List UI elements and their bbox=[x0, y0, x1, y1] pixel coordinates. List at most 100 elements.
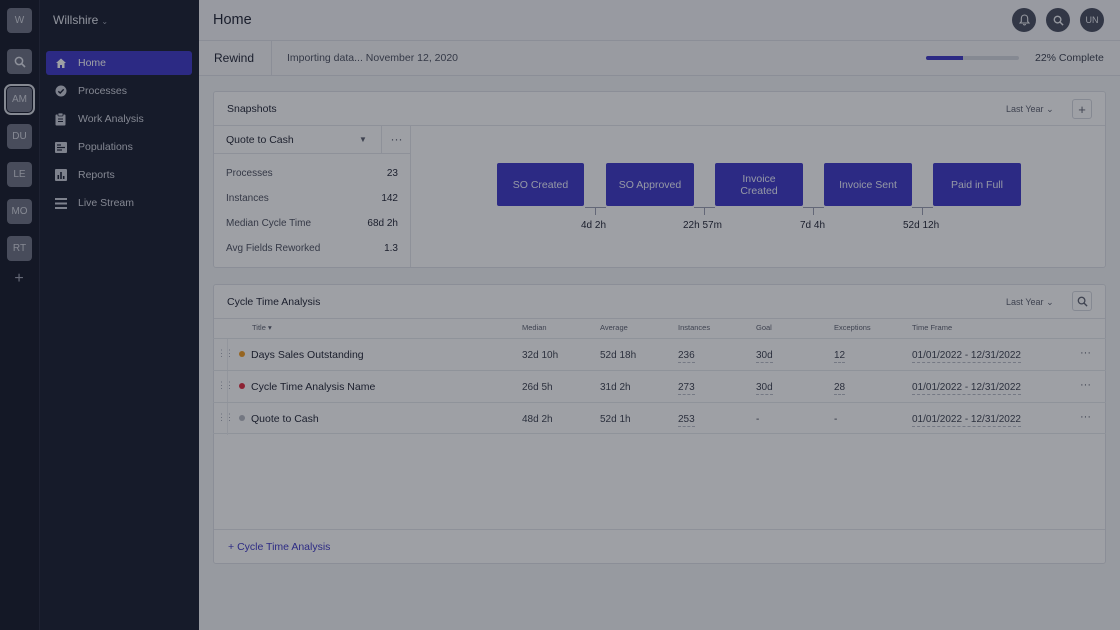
rail-user-mo[interactable]: MO bbox=[7, 199, 32, 224]
sidebar-item-home[interactable]: Home bbox=[46, 51, 192, 75]
column-header-title[interactable]: Title ▾ bbox=[252, 323, 272, 332]
notifications-button[interactable] bbox=[1012, 8, 1036, 32]
sidebar-item-processes[interactable]: Processes bbox=[46, 79, 192, 103]
rewind-label: Rewind bbox=[214, 51, 255, 65]
rail-user-du[interactable]: DU bbox=[7, 124, 32, 149]
row-exceptions[interactable]: 12 bbox=[834, 350, 846, 363]
snapshots-card: Snapshots Last Year ⌄ + Quote to Cash ▼ … bbox=[213, 91, 1106, 268]
sidebar-item-populations[interactable]: Populations bbox=[46, 135, 192, 159]
user-avatar[interactable]: UN bbox=[1080, 8, 1104, 32]
add-cycle-time-analysis-link[interactable]: + Cycle Time Analysis bbox=[228, 541, 330, 553]
flow-connector bbox=[595, 207, 596, 215]
flow-duration: 52d 12h bbox=[903, 220, 940, 231]
cycle-time-search-button[interactable] bbox=[1072, 291, 1092, 311]
org-switcher-button[interactable]: W bbox=[7, 8, 32, 33]
flow-step-so-created[interactable]: SO Created bbox=[497, 163, 584, 206]
flow-step-invoice-sent[interactable]: Invoice Sent bbox=[824, 163, 912, 206]
flow-step-so-approved[interactable]: SO Approved bbox=[606, 163, 694, 206]
sidebar-item-label: Reports bbox=[78, 169, 115, 181]
row-time-frame[interactable]: 01/01/2022 - 12/31/2022 bbox=[912, 382, 1021, 395]
sidebar: Willshire ⌄ Home Processes Work Analysis … bbox=[40, 0, 199, 630]
sidebar-item-label: Live Stream bbox=[78, 197, 135, 209]
row-exceptions[interactable]: 28 bbox=[834, 382, 846, 395]
flow-step-invoice-created[interactable]: Invoice Created bbox=[715, 163, 803, 206]
rail-user-rt[interactable]: RT bbox=[7, 236, 32, 261]
drag-handle-icon[interactable]: ⋮⋮ bbox=[217, 412, 234, 423]
table-row[interactable]: ⋮⋮ Days Sales Outstanding 32d 10h 52d 18… bbox=[213, 338, 1106, 371]
plus-icon: + bbox=[228, 541, 235, 553]
sidebar-item-label: Populations bbox=[78, 141, 133, 153]
plus-icon: + bbox=[1078, 101, 1086, 117]
column-header-median[interactable]: Median bbox=[522, 323, 547, 332]
row-time-frame[interactable]: 01/01/2022 - 12/31/2022 bbox=[912, 414, 1021, 427]
sidebar-item-work-analysis[interactable]: Work Analysis bbox=[46, 107, 192, 131]
home-icon bbox=[54, 57, 67, 70]
rail-search-button[interactable] bbox=[7, 49, 32, 74]
table-row[interactable]: ⋮⋮ Quote to Cash 48d 2h 52d 1h 253 - - 0… bbox=[213, 402, 1106, 435]
metric-value: 23 bbox=[386, 168, 398, 179]
flow-step-paid-in-full[interactable]: Paid in Full bbox=[933, 163, 1021, 206]
row-average: 31d 2h bbox=[600, 382, 631, 393]
column-header-goal[interactable]: Goal bbox=[756, 323, 772, 332]
sort-icon: ▾ bbox=[267, 323, 272, 332]
add-snapshot-button[interactable]: + bbox=[1072, 99, 1092, 119]
row-more-button[interactable]: ··· bbox=[1080, 379, 1091, 391]
drag-handle-icon[interactable]: ⋮⋮ bbox=[217, 348, 234, 359]
metric-value: 1.3 bbox=[384, 243, 398, 254]
header-search-button[interactable] bbox=[1046, 8, 1070, 32]
table-row[interactable]: ⋮⋮ Cycle Time Analysis Name 26d 5h 31d 2… bbox=[213, 370, 1106, 403]
flow-connector bbox=[912, 207, 933, 208]
metric-label: Processes bbox=[226, 168, 273, 179]
rewind-bar: Rewind Importing data... November 12, 20… bbox=[199, 41, 1120, 76]
sidebar-item-reports[interactable]: Reports bbox=[46, 163, 192, 187]
row-exceptions: - bbox=[834, 414, 838, 425]
metric-value: 142 bbox=[381, 193, 398, 204]
row-title[interactable]: Quote to Cash bbox=[251, 413, 319, 425]
row-instances[interactable]: 253 bbox=[678, 414, 695, 427]
add-workspace-icon[interactable]: + bbox=[12, 271, 26, 287]
import-status: Importing data... November 12, 2020 bbox=[287, 52, 459, 64]
cycle-time-filter[interactable]: Last Year ⌄ bbox=[1006, 297, 1054, 308]
row-more-button[interactable]: ··· bbox=[1080, 411, 1091, 423]
row-instances[interactable]: 273 bbox=[678, 382, 695, 395]
column-header-instances[interactable]: Instances bbox=[678, 323, 710, 332]
row-average: 52d 1h bbox=[600, 414, 631, 425]
snapshots-filter[interactable]: Last Year ⌄ bbox=[1006, 104, 1054, 115]
search-icon bbox=[1053, 15, 1064, 26]
divider bbox=[271, 41, 272, 76]
row-title[interactable]: Days Sales Outstanding bbox=[251, 349, 364, 361]
bar-chart-icon bbox=[54, 169, 67, 182]
org-selector[interactable]: Willshire ⌄ bbox=[53, 13, 108, 27]
cycle-time-filter-label: Last Year bbox=[1006, 297, 1044, 307]
flow-connector bbox=[704, 207, 705, 215]
rail-user-am[interactable]: AM bbox=[4, 84, 35, 115]
row-instances[interactable]: 236 bbox=[678, 350, 695, 363]
chevron-down-icon: ⌄ bbox=[1046, 104, 1054, 114]
drag-handle-icon[interactable]: ⋮⋮ bbox=[217, 380, 234, 391]
sidebar-item-label: Home bbox=[78, 57, 107, 69]
page-header: Home UN bbox=[199, 0, 1120, 41]
column-header-exceptions[interactable]: Exceptions bbox=[834, 323, 871, 332]
snapshots-filter-label: Last Year bbox=[1006, 104, 1044, 114]
row-title[interactable]: Cycle Time Analysis Name bbox=[251, 381, 375, 393]
row-goal[interactable]: 30d bbox=[756, 350, 773, 363]
metric-instances: Instances 142 bbox=[226, 193, 398, 204]
metric-label: Avg Fields Reworked bbox=[226, 243, 321, 254]
row-goal[interactable]: 30d bbox=[756, 382, 773, 395]
column-header-time-frame[interactable]: Time Frame bbox=[912, 323, 952, 332]
divider bbox=[227, 403, 228, 435]
process-select[interactable]: Quote to Cash ▼ bbox=[214, 126, 382, 154]
caret-down-icon: ▼ bbox=[359, 135, 367, 144]
row-median: 48d 2h bbox=[522, 414, 553, 425]
rail-user-le[interactable]: LE bbox=[7, 162, 32, 187]
column-header-average[interactable]: Average bbox=[600, 323, 628, 332]
divider bbox=[227, 339, 228, 371]
row-time-frame[interactable]: 01/01/2022 - 12/31/2022 bbox=[912, 350, 1021, 363]
flow-duration: 22h 57m bbox=[683, 220, 722, 231]
snapshot-more-button[interactable]: ··· bbox=[382, 126, 411, 154]
row-more-button[interactable]: ··· bbox=[1080, 347, 1091, 359]
sidebar-item-live-stream[interactable]: Live Stream bbox=[46, 191, 192, 215]
populations-icon bbox=[54, 141, 67, 154]
processes-icon bbox=[54, 85, 67, 98]
cycle-time-title: Cycle Time Analysis bbox=[227, 296, 321, 308]
